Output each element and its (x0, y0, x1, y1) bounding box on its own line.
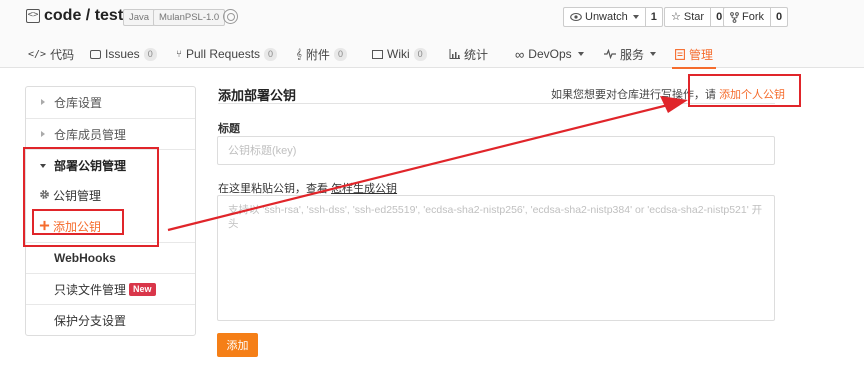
watch-count[interactable]: 1 (644, 8, 662, 26)
sidebar-item-label: 公钥管理 (53, 189, 102, 203)
attachments-count-badge: 0 (333, 47, 347, 61)
wiki-count-badge: 0 (413, 47, 427, 61)
add-personal-key-link[interactable]: 添加个人公钥 (719, 89, 785, 101)
license-tag[interactable]: MulanPSL-1.0 (153, 9, 226, 26)
sidebar-item-protected-branches[interactable]: 保护分支设置 (26, 304, 195, 335)
new-badge: New (129, 282, 156, 296)
fork-count[interactable]: 0 (770, 8, 787, 26)
chevron-right-icon (41, 131, 45, 137)
star-icon: ☆ (671, 11, 681, 23)
paperclip-icon: 𝄞 (296, 48, 302, 60)
add-key-button[interactable]: 添加 (217, 333, 258, 357)
repo-title: code / test (44, 7, 123, 25)
sidebar-item-label: 仓库设置 (54, 96, 103, 110)
tab-code-label: 代码 (50, 47, 75, 62)
tab-stats-label: 统计 (464, 47, 489, 62)
watch-button[interactable]: Unwatch 1 (563, 7, 663, 27)
sidebar-item-label: WebHooks (54, 251, 116, 265)
manage-icon (675, 48, 685, 60)
sidebar-item-readonly-files[interactable]: 只读文件管理 New (26, 273, 195, 304)
repo-tabs: </> 代码 Issues 0 ⑂ Pull Requests 0 𝄞 附件 0… (0, 40, 864, 69)
chevron-down-icon (40, 164, 46, 168)
tab-attachments[interactable]: 𝄞 附件 0 (296, 43, 347, 65)
infinity-icon: ∞ (515, 46, 525, 62)
tab-pull-requests-label: Pull Requests (186, 47, 261, 61)
language-tag[interactable]: Java (123, 9, 156, 26)
code-icon: </> (28, 48, 47, 60)
how-to-generate-key-link[interactable]: 怎样生成公钥 (331, 183, 397, 195)
repo-owner-link[interactable]: code (44, 7, 81, 24)
tab-services-label: 服务 (620, 47, 645, 62)
pull-request-icon: ⑂ (176, 48, 182, 60)
hint-text: 如果您想要对仓库进行写操作，请 (551, 89, 716, 101)
tab-devops-label: DevOps (528, 47, 572, 61)
fork-icon (730, 11, 739, 23)
fork-button[interactable]: Fork 0 (723, 7, 789, 27)
fork-label: Fork (742, 11, 764, 23)
sidebar-item-key-management[interactable]: 公钥管理 (26, 180, 195, 211)
bar-chart-icon (449, 49, 460, 59)
eye-icon (570, 12, 582, 22)
issues-icon (90, 49, 101, 59)
tab-manage[interactable]: 管理 (671, 43, 717, 69)
tab-code[interactable]: </> 代码 (28, 43, 74, 65)
repository-icon: <> (26, 9, 40, 23)
key-title-input[interactable] (217, 136, 775, 165)
sidebar-group-deploy-keys[interactable]: 部署公钥管理 (26, 149, 195, 180)
title-divider (218, 103, 775, 104)
key-field-label: 在这里粘贴公钥，查看 怎样生成公钥 (218, 180, 397, 196)
sidebar-item-webhooks[interactable]: WebHooks (26, 242, 195, 273)
star-button[interactable]: ☆ Star 0 (664, 7, 729, 27)
tab-attachments-label: 附件 (305, 47, 330, 62)
sidebar-item-label: 仓库成员管理 (54, 127, 127, 142)
pulse-icon (604, 49, 616, 59)
sidebar-item-label: 添加公钥 (53, 220, 102, 234)
tab-devops[interactable]: ∞ DevOps (515, 43, 584, 65)
gear-icon (40, 190, 49, 199)
wiki-icon (372, 49, 383, 59)
tab-issues[interactable]: Issues 0 (90, 43, 157, 65)
page-title: 添加部署公钥 (218, 88, 297, 103)
chevron-right-icon (41, 99, 45, 105)
tab-pull-requests[interactable]: ⑂ Pull Requests 0 (176, 43, 278, 65)
recommend-badge-icon[interactable] (223, 9, 238, 24)
issues-count-badge: 0 (143, 47, 157, 61)
chevron-down-icon (650, 52, 657, 56)
tab-stats[interactable]: 统计 (449, 43, 488, 65)
watch-label: Unwatch (585, 11, 628, 23)
tab-manage-label: 管理 (689, 47, 714, 62)
sidebar-item-add-key[interactable]: 添加公钥 (26, 211, 195, 242)
repo-path-separator: / (85, 7, 91, 24)
plus-icon (39, 220, 50, 231)
repo-name-link[interactable]: test (95, 7, 123, 24)
sidebar-item-label: 只读文件管理 (54, 282, 127, 297)
tab-services[interactable]: 服务 (604, 43, 657, 65)
public-key-textarea[interactable] (217, 195, 775, 321)
sidebar-item-label: 保护分支设置 (54, 313, 127, 328)
sidebar-item-members[interactable]: 仓库成员管理 (26, 118, 195, 149)
sidebar-item-label: 部署公钥管理 (54, 158, 127, 173)
star-label: Star (683, 11, 705, 23)
pull-requests-count-badge: 0 (264, 47, 278, 61)
tab-issues-label: Issues (105, 47, 140, 61)
chevron-down-icon (632, 15, 639, 19)
key-label-text: 在这里粘贴公钥，查看 (218, 183, 328, 195)
personal-key-hint: 如果您想要对仓库进行写操作，请 添加个人公钥 (551, 86, 785, 102)
chevron-down-icon (577, 52, 584, 56)
tab-wiki-label: Wiki (387, 47, 410, 61)
title-field-label: 标题 (218, 123, 240, 135)
repo-header: <> code / test Java MulanPSL-1.0 Unwatch… (0, 0, 864, 69)
sidebar-item-repo-settings[interactable]: 仓库设置 (26, 87, 195, 118)
tab-wiki[interactable]: Wiki 0 (372, 43, 427, 65)
settings-sidebar: 仓库设置 仓库成员管理 部署公钥管理 公钥管理 添加公钥 WebHooks 只读… (25, 86, 196, 336)
